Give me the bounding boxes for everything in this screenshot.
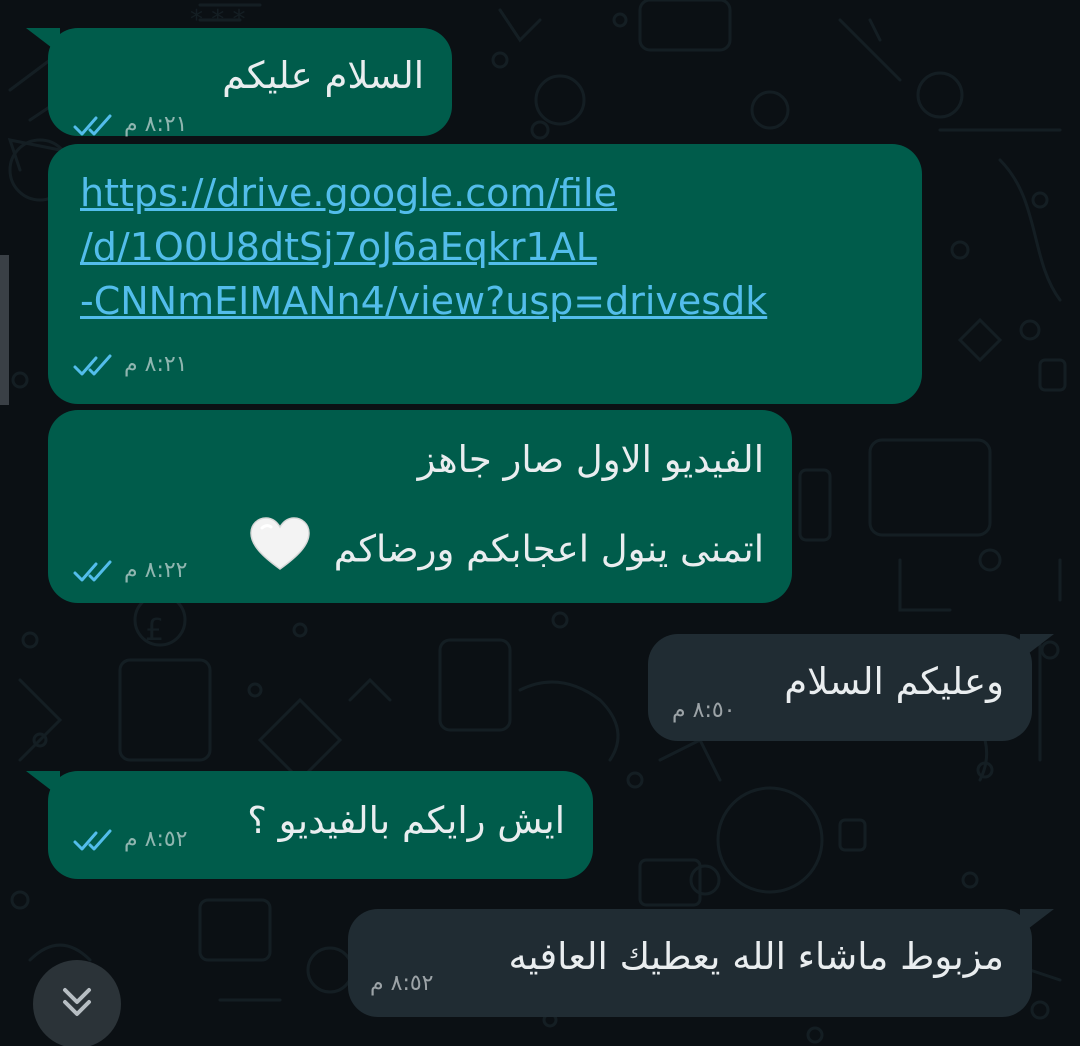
link-line: https://drive.google.com/file <box>80 171 618 215</box>
chat-area[interactable]: * * * £ السلام عليكم ٨:٢١ م https://driv… <box>0 0 1080 1046</box>
link-line: /d/1O0U8dtSj7oJ6aEqkr1AL <box>80 225 597 269</box>
message-meta: ٨:٥٢ م <box>370 971 434 996</box>
double-check-icon <box>72 113 114 137</box>
message-text: ايش رايكم بالفيديو ؟ <box>247 799 565 842</box>
message-meta: ٨:٥٠ م <box>672 698 736 723</box>
message-meta: ٨:٢١ م <box>72 352 188 377</box>
message-meta: ٨:٢١ م <box>72 112 188 137</box>
message-text-line: الفيديو الاول صار جاهز <box>417 438 764 481</box>
double-check-icon <box>72 353 114 377</box>
message-bubble-outgoing[interactable]: ايش رايكم بالفيديو ؟ ٨:٥٢ م <box>26 771 593 879</box>
double-check-icon <box>72 828 114 852</box>
message-text: السلام عليكم <box>222 54 424 97</box>
message-bubble-incoming[interactable]: وعليكم السلام ٨:٥٠ م <box>648 634 1054 741</box>
bubble-tail <box>26 771 60 797</box>
message-text-line: اتمنى ينول اعجابكم ورضاكم <box>333 527 764 571</box>
bubble-tail <box>26 28 60 54</box>
message-text: وعليكم السلام <box>784 660 1004 703</box>
white-heart-icon <box>248 516 312 586</box>
message-time: ٨:٢٢ م <box>124 558 188 583</box>
drive-link[interactable]: https://drive.google.com/file /d/1O0U8dt… <box>80 166 767 328</box>
message-bubble-incoming[interactable]: مزبوط ماشاء الله يعطيك العافيه ٨:٥٢ م <box>348 909 1054 1017</box>
message-meta: ٨:٥٢ م <box>72 827 188 852</box>
message-bubble-outgoing[interactable]: السلام عليكم ٨:٢١ م <box>26 28 452 137</box>
message-meta: ٨:٢٢ م <box>72 558 188 583</box>
scroll-down-button[interactable] <box>33 960 121 1046</box>
bubble-tail <box>1020 909 1054 935</box>
message-text-line-with-emoji: اتمنى ينول اعجابكم ورضاكم <box>248 516 764 586</box>
message-time: ٨:٥٢ م <box>124 827 188 852</box>
link-line: -CNNmEIMANn4/view?usp=drivesdk <box>80 279 768 323</box>
message-bubble-outgoing[interactable]: https://drive.google.com/file /d/1O0U8dt… <box>48 144 922 404</box>
message-text: مزبوط ماشاء الله يعطيك العافيه <box>508 935 1004 978</box>
scroll-position-indicator[interactable] <box>0 255 9 405</box>
svg-text:£: £ <box>145 613 164 648</box>
message-time: ٨:٢١ م <box>124 352 188 377</box>
message-time: ٨:٢١ م <box>124 112 188 137</box>
message-time: ٨:٥٠ م <box>672 698 736 723</box>
message-bubble-outgoing[interactable]: الفيديو الاول صار جاهز اتمنى ينول اعجابك… <box>48 410 792 603</box>
double-check-icon <box>72 559 114 583</box>
message-time: ٨:٥٢ م <box>370 971 434 996</box>
bubble-tail <box>1020 634 1054 660</box>
chevron-double-down-icon <box>57 982 97 1026</box>
